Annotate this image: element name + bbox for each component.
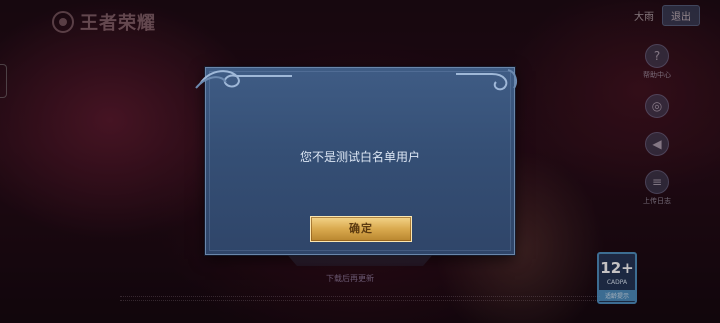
logo-emblem-icon xyxy=(52,11,74,33)
cloud-ornament-right-icon xyxy=(456,69,517,91)
logo-text: 王者荣耀 xyxy=(80,13,156,34)
side-item-help[interactable]: ? 帮助中心 xyxy=(643,44,671,80)
left-edge-tab[interactable] xyxy=(0,64,7,98)
age-rating-value: 12+ xyxy=(600,259,634,277)
cloud-ornament-icon xyxy=(195,70,292,89)
notes-icon: ≡ xyxy=(645,170,669,194)
legal-text xyxy=(120,296,600,301)
side-item-gamepad[interactable]: ◎ xyxy=(645,94,669,118)
gamepad-icon: ◎ xyxy=(645,94,669,118)
side-item-label: 上传日志 xyxy=(643,197,671,205)
confirm-button[interactable]: 确定 xyxy=(310,216,412,242)
age-rating-sub: 适龄提示 xyxy=(599,290,635,301)
age-rating-label: CADPA xyxy=(606,279,628,286)
side-menu: ? 帮助中心 ◎ ◀ ≡ 上传日志 xyxy=(640,44,674,220)
age-rating-badge: 12+ CADPA 适龄提示 xyxy=(597,252,637,304)
speaker-icon: ◀ xyxy=(645,132,669,156)
side-item-sound[interactable]: ◀ xyxy=(645,132,669,156)
dialog-message: 您不是测试白名单用户 xyxy=(299,150,420,164)
game-logo: 王者荣耀 xyxy=(52,9,156,35)
help-icon: ? xyxy=(645,44,669,68)
logout-button[interactable]: 退出 xyxy=(662,5,700,26)
game-screen: 王者荣耀 大雨 退出 ? 帮助中心 ◎ ◀ ≡ 上传日志 下载后再更新 12+ … xyxy=(0,0,720,323)
download-link[interactable]: 下载后再更新 xyxy=(326,273,374,284)
side-item-upload-log[interactable]: ≡ 上传日志 xyxy=(643,170,671,206)
username: 大雨 xyxy=(634,12,654,23)
side-item-label: 帮助中心 xyxy=(643,71,671,79)
account-bar: 大雨 退出 xyxy=(634,5,700,26)
alert-dialog: 您不是测试白名单用户 确定 xyxy=(195,67,517,255)
